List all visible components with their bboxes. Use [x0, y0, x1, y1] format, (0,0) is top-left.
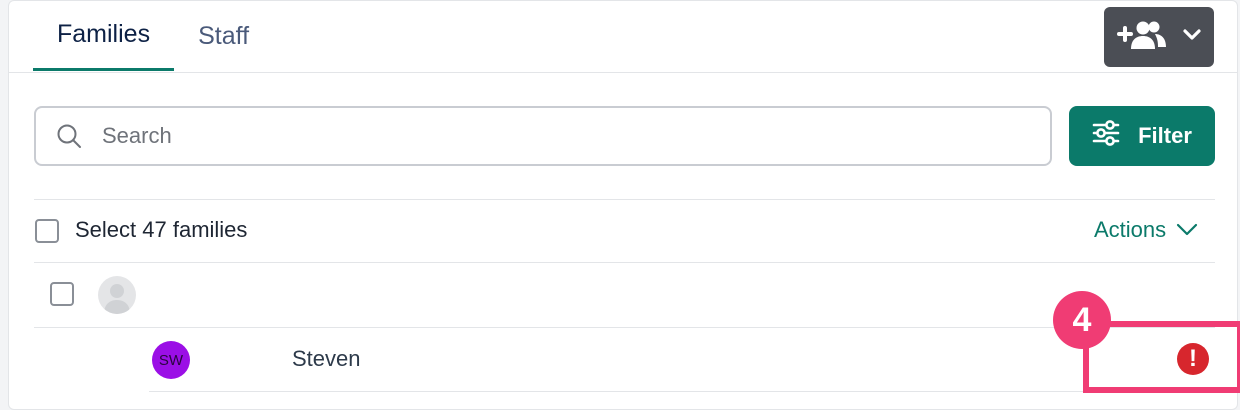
select-all-checkbox[interactable] [35, 219, 59, 243]
divider [34, 262, 1215, 263]
search-icon [57, 124, 81, 148]
search-input[interactable] [100, 122, 1004, 150]
actions-dropdown[interactable]: Actions [1094, 217, 1198, 243]
actions-label: Actions [1094, 217, 1167, 242]
divider [149, 391, 1215, 392]
family-avatar-placeholder [98, 276, 136, 314]
select-all-label: Select 47 families [75, 217, 248, 242]
tab-staff[interactable]: Staff [174, 1, 273, 71]
chevron-down-icon [1183, 28, 1201, 46]
chevron-down-icon [1177, 223, 1198, 236]
family-row-checkbox[interactable] [50, 282, 74, 306]
filter-label: Filter [1138, 123, 1192, 148]
sliders-icon [1092, 120, 1120, 152]
annotation-step-badge: 4 [1053, 291, 1111, 349]
families-panel: Families Staff Search Filter Select 47 f… [8, 0, 1240, 410]
user-icon [104, 284, 130, 314]
filter-button[interactable]: Filter [1069, 106, 1215, 166]
tab-bar: Families Staff [33, 1, 273, 73]
tab-families[interactable]: Families [33, 1, 175, 71]
add-family-button[interactable] [1104, 7, 1214, 67]
add-person-icon [1117, 19, 1169, 56]
search-field[interactable] [34, 106, 1052, 166]
avatar: SW [152, 341, 190, 379]
member-name[interactable]: Steven [292, 346, 361, 372]
divider [34, 199, 1215, 200]
tabs-divider [9, 72, 1237, 73]
divider [34, 327, 1215, 328]
